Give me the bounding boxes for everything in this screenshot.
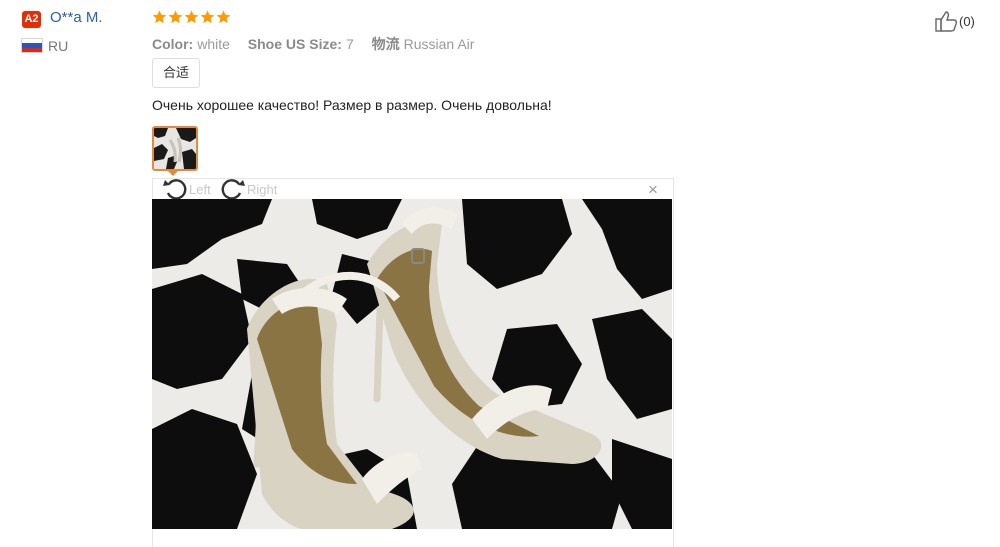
shipping-value: Russian Air: [403, 36, 475, 52]
rotate-left-button[interactable]: Left: [163, 179, 211, 200]
review-photo[interactable]: [152, 199, 672, 529]
rotate-right-label: Right: [247, 181, 278, 197]
review-tag: 合适: [152, 58, 201, 88]
rotate-left-label: Left: [189, 181, 211, 197]
star-icon: [216, 10, 231, 24]
helpful-button[interactable]: (0): [935, 10, 975, 32]
shipping-label: 物流: [371, 36, 400, 52]
close-viewer-button[interactable]: ×: [645, 181, 661, 198]
thumbnail-pointer: [167, 170, 179, 176]
photo-image: [152, 199, 672, 529]
reviewer-name: O**a M.: [50, 9, 103, 26]
rotate-right-icon: [221, 179, 245, 200]
star-icon: [184, 10, 199, 24]
star-icon: [200, 10, 215, 24]
thumbnail-image: [154, 128, 196, 169]
size-label: Shoe US Size:: [247, 36, 342, 52]
order-info: Color: white Shoe US Size: 7 物流 Russian Air: [152, 34, 474, 54]
russia-flag-icon: [22, 39, 42, 52]
reviewer-country: RU: [48, 38, 69, 54]
color-value: white: [197, 36, 230, 52]
size-value: 7: [345, 36, 354, 52]
thumbs-up-icon: [935, 11, 958, 32]
rotate-left-icon: [163, 179, 187, 200]
star-rating: [152, 9, 231, 27]
color-label: Color:: [152, 36, 194, 52]
star-icon: [168, 10, 183, 24]
rotate-right-button[interactable]: Right: [221, 179, 278, 200]
level-badge: A2: [22, 11, 41, 28]
photo-thumbnail[interactable]: [152, 126, 198, 171]
star-icon: [152, 10, 167, 24]
review-text: Очень хорошее качество! Размер в размер.…: [152, 97, 552, 113]
helpful-count: (0): [959, 13, 975, 29]
